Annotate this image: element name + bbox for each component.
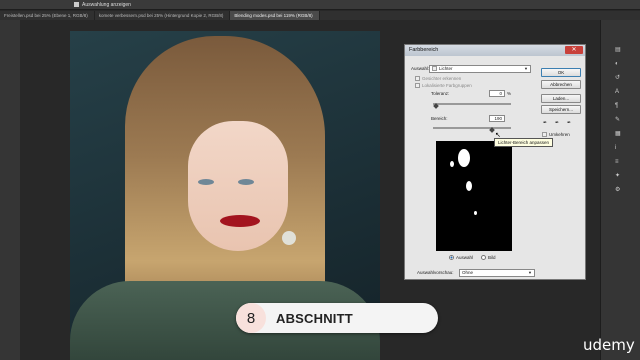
close-icon[interactable]: ✕ bbox=[565, 46, 583, 54]
toleranz-slider[interactable] bbox=[433, 103, 511, 105]
photo-lips bbox=[220, 215, 260, 227]
gesichter-checkbox[interactable] bbox=[415, 76, 420, 82]
tools-panel bbox=[0, 20, 20, 360]
layers-icon[interactable]: ▤ bbox=[615, 47, 624, 54]
eyedropper-plus-icon[interactable]: ✒ bbox=[555, 120, 559, 126]
toleranz-label: Toleranz: bbox=[431, 91, 450, 96]
section-title: ABSCHNITT bbox=[276, 310, 353, 326]
tab-freistellen[interactable]: Freistellen.psd bei 25% (Ebene 1, RGB/8) bbox=[0, 11, 95, 20]
bereich-label: Bereich: bbox=[431, 116, 448, 121]
options-bar: Auswahlung anzeigen bbox=[0, 0, 640, 10]
radio-auswahl-row[interactable]: Auswahl bbox=[449, 255, 473, 261]
dialog-title: Farbbereich bbox=[409, 47, 439, 53]
umkehren-checkbox[interactable] bbox=[542, 132, 547, 138]
gesichter-row[interactable]: Gesichter erkennen bbox=[415, 76, 461, 82]
auswahl-select[interactable]: Lichter ▼ bbox=[429, 65, 531, 73]
adjust-icon[interactable]: ◐ bbox=[615, 61, 624, 68]
toleranz-input[interactable]: 0 bbox=[489, 90, 505, 97]
preview-highlight bbox=[474, 211, 477, 215]
bereich-input[interactable]: 190 bbox=[489, 115, 505, 122]
brush-icon[interactable]: ✎ bbox=[615, 117, 624, 124]
preview-highlight bbox=[466, 181, 472, 191]
radio-auswahl[interactable] bbox=[449, 255, 454, 261]
laden-button[interactable]: Laden... bbox=[541, 94, 581, 103]
section-number: 8 bbox=[236, 303, 266, 333]
tooltip: Lichter-Bereich anpassen bbox=[494, 138, 554, 147]
photo-earring bbox=[282, 231, 296, 245]
selection-preview bbox=[436, 141, 512, 251]
lokalisierte-row[interactable]: Lokalisierte Farbgruppen bbox=[415, 83, 472, 89]
toleranz-unit: % bbox=[507, 91, 512, 96]
history-icon[interactable]: ↺ bbox=[615, 75, 624, 82]
radio-bild-row[interactable]: Bild bbox=[481, 255, 496, 261]
photo-eye-right bbox=[238, 179, 254, 185]
chevron-down-icon: ▼ bbox=[524, 66, 528, 71]
vorschau-label: Auswahlvorschau: bbox=[417, 270, 454, 275]
auswahlung-checkbox[interactable] bbox=[74, 2, 79, 7]
path-icon[interactable]: ✦ bbox=[615, 173, 624, 180]
bereich-slider[interactable] bbox=[433, 127, 511, 129]
tab-komete[interactable]: komete verbessern.psd bei 25% (Hintergru… bbox=[95, 11, 231, 20]
udemy-watermark: udemy bbox=[583, 336, 635, 354]
tab-blending-modes[interactable]: Blending modes.psd bei 119% (RGB/8) bbox=[230, 11, 320, 20]
abbrechen-button[interactable]: Abbrechen bbox=[541, 80, 581, 89]
info-icon[interactable]: i bbox=[615, 145, 624, 152]
panel-icon-strip: ▤ ◐ ↺ A ¶ ✎ ▦ i ≡ ✦ ⚙ bbox=[611, 40, 629, 194]
dialog-titlebar: Farbbereich ✕ bbox=[405, 45, 585, 56]
speichern-button[interactable]: Speichern... bbox=[541, 105, 581, 114]
auswahl-swatch bbox=[432, 66, 437, 72]
umkehren-row[interactable]: Umkehren bbox=[542, 132, 570, 138]
photo-eye-left bbox=[198, 179, 214, 185]
auswahlung-label: Auswahlung anzeigen bbox=[82, 1, 131, 8]
settings-icon[interactable]: ⚙ bbox=[615, 187, 624, 194]
auswahl-label: Auswahl: bbox=[411, 66, 430, 71]
photoshop-window: Auswahlung anzeigen Freistellen.psd bei … bbox=[0, 0, 640, 360]
section-badge: 8 ABSCHNITT bbox=[236, 303, 438, 333]
channel-icon[interactable]: ≡ bbox=[615, 159, 624, 166]
lokalisierte-checkbox[interactable] bbox=[415, 83, 420, 89]
bereich-knob[interactable] bbox=[488, 127, 495, 133]
chevron-down-icon: ▼ bbox=[528, 270, 532, 275]
eyedropper-minus-icon[interactable]: ✒ bbox=[567, 120, 571, 126]
farbbereich-dialog: Farbbereich ✕ Auswahl: Lichter ▼ Gesicht… bbox=[404, 44, 586, 280]
eyedropper-icon[interactable]: ✒ bbox=[543, 120, 547, 126]
text-icon[interactable]: A bbox=[615, 89, 624, 96]
document-tabs: Freistellen.psd bei 25% (Ebene 1, RGB/8)… bbox=[0, 11, 640, 20]
radio-bild[interactable] bbox=[481, 255, 486, 261]
photo-face bbox=[188, 121, 288, 251]
preview-highlight bbox=[450, 161, 454, 167]
preview-highlight bbox=[458, 149, 470, 167]
vorschau-select[interactable]: Ohne ▼ bbox=[459, 269, 535, 277]
ok-button[interactable]: OK bbox=[541, 68, 581, 77]
paragraph-icon[interactable]: ¶ bbox=[615, 103, 624, 110]
swatch-icon[interactable]: ▦ bbox=[615, 131, 624, 138]
